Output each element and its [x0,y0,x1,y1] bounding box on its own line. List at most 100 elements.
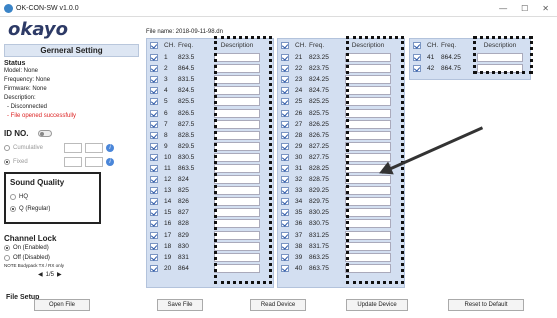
channel-checkbox[interactable] [281,198,289,206]
close-button[interactable]: ✕ [542,4,549,13]
channel-checkbox[interactable] [281,187,289,195]
channel-frequency: 864.25 [441,54,461,62]
maximize-button[interactable]: ☐ [521,4,528,13]
channel-checkbox[interactable] [150,187,158,195]
channel-checkbox[interactable] [281,209,289,217]
channel-checkbox[interactable] [150,120,158,128]
channel-checkbox[interactable] [281,131,289,139]
channel-checkbox[interactable] [281,164,289,172]
channel-checkbox[interactable] [150,76,158,84]
channel-frequency: 831 [178,253,189,261]
save-file-button[interactable]: Save File [157,299,203,311]
id-no-toggle[interactable] [38,130,53,137]
channel-checkbox[interactable] [281,176,289,184]
channel-checkbox[interactable] [150,142,158,150]
lock-on-radio[interactable] [4,245,10,251]
channel-checkbox[interactable] [150,131,158,139]
fixed-input-b[interactable] [85,157,103,167]
cumulative-radio[interactable] [4,145,10,151]
ch-header: CH. [295,42,307,49]
channel-frequency: 824.5 [178,87,195,95]
channel-number: 30 [295,153,303,161]
channel-number: 21 [295,54,303,62]
channel-checkbox[interactable] [150,109,158,117]
channel-checkbox[interactable] [281,65,289,73]
channel-checkbox[interactable] [413,54,421,62]
channel-number: 9 [164,142,168,150]
channel-checkbox[interactable] [150,98,158,106]
freq-header: Freq. [309,42,325,49]
header-checkbox[interactable] [281,42,289,49]
channel-checkbox[interactable] [281,153,289,161]
info-icon[interactable]: i [106,144,114,152]
channel-frequency: 825.25 [309,98,329,106]
q-regular-radio[interactable] [10,206,16,212]
channel-checkbox[interactable] [281,242,289,250]
update-device-button[interactable]: Update Device [346,299,408,311]
channel-checkbox[interactable] [150,153,158,161]
channel-number: 16 [164,220,172,228]
cumulative-input-a[interactable] [64,143,82,153]
channel-frequency: 825.75 [309,109,329,117]
channel-checkbox[interactable] [150,87,158,95]
open-file-button[interactable]: Open File [34,299,90,311]
channel-checkbox[interactable] [150,209,158,217]
channel-number: 36 [295,220,303,228]
channel-checkbox[interactable] [150,264,158,272]
channel-checkbox[interactable] [281,120,289,128]
channel-checkbox[interactable] [281,98,289,106]
channel-checkbox[interactable] [281,142,289,150]
channel-checkbox[interactable] [150,198,158,206]
channel-checkbox[interactable] [281,231,289,239]
channel-number: 24 [295,87,303,95]
channel-checkbox[interactable] [281,220,289,228]
page-indicator: 1/5 [45,271,54,278]
bodypack-note: NOTE Bodypack TX / RX only [4,263,64,268]
title-bar: OK-CON-SW v1.0.0 — ☐ ✕ [0,0,557,17]
hq-radio[interactable] [10,194,16,200]
channel-frequency: 826.5 [178,109,195,117]
fixed-row: Fixed i [4,155,139,169]
channel-checkbox[interactable] [413,65,421,73]
channel-checkbox[interactable] [281,76,289,84]
next-page-icon[interactable]: ▶ [57,271,62,278]
fixed-radio[interactable] [4,159,10,165]
channel-frequency: 864 [178,264,189,272]
channel-number: 33 [295,187,303,195]
ch-header: CH. [164,42,176,49]
cumulative-input-b[interactable] [85,143,103,153]
channel-number: 27 [295,120,303,128]
channel-checkbox[interactable] [150,231,158,239]
reset-default-button[interactable]: Reset to Default [448,299,524,311]
description-highlight-3 [473,36,533,74]
minimize-button[interactable]: — [499,4,507,13]
channel-checkbox[interactable] [150,220,158,228]
lock-off-radio[interactable] [4,255,10,261]
prev-page-icon[interactable]: ◀ [38,271,43,278]
channel-checkbox[interactable] [281,109,289,117]
channel-frequency: 827.25 [309,142,329,150]
channel-checkbox[interactable] [150,65,158,73]
fixed-input-a[interactable] [64,157,82,167]
channel-checkbox[interactable] [281,264,289,272]
channel-checkbox[interactable] [150,242,158,250]
channel-checkbox[interactable] [150,176,158,184]
channel-frequency: 863.25 [309,253,329,261]
info-icon[interactable]: i [106,158,114,166]
cumulative-label: Cumulative [13,145,44,151]
channel-frequency: 824 [178,176,189,184]
channel-number: 28 [295,131,303,139]
channel-checkbox[interactable] [150,54,158,62]
channel-checkbox[interactable] [281,54,289,62]
header-checkbox[interactable] [150,42,158,49]
channel-frequency: 824.25 [309,76,329,84]
channel-number: 25 [295,98,303,106]
header-checkbox[interactable] [413,42,421,49]
channel-checkbox[interactable] [150,253,158,261]
channel-checkbox[interactable] [281,253,289,261]
channel-checkbox[interactable] [150,164,158,172]
channel-checkbox[interactable] [281,87,289,95]
sound-quality-label: Sound Quality [10,178,65,187]
channel-lock-section: Channel Lock On (Enabled) Off (Disabled)… [4,234,64,278]
read-device-button[interactable]: Read Device [250,299,306,311]
